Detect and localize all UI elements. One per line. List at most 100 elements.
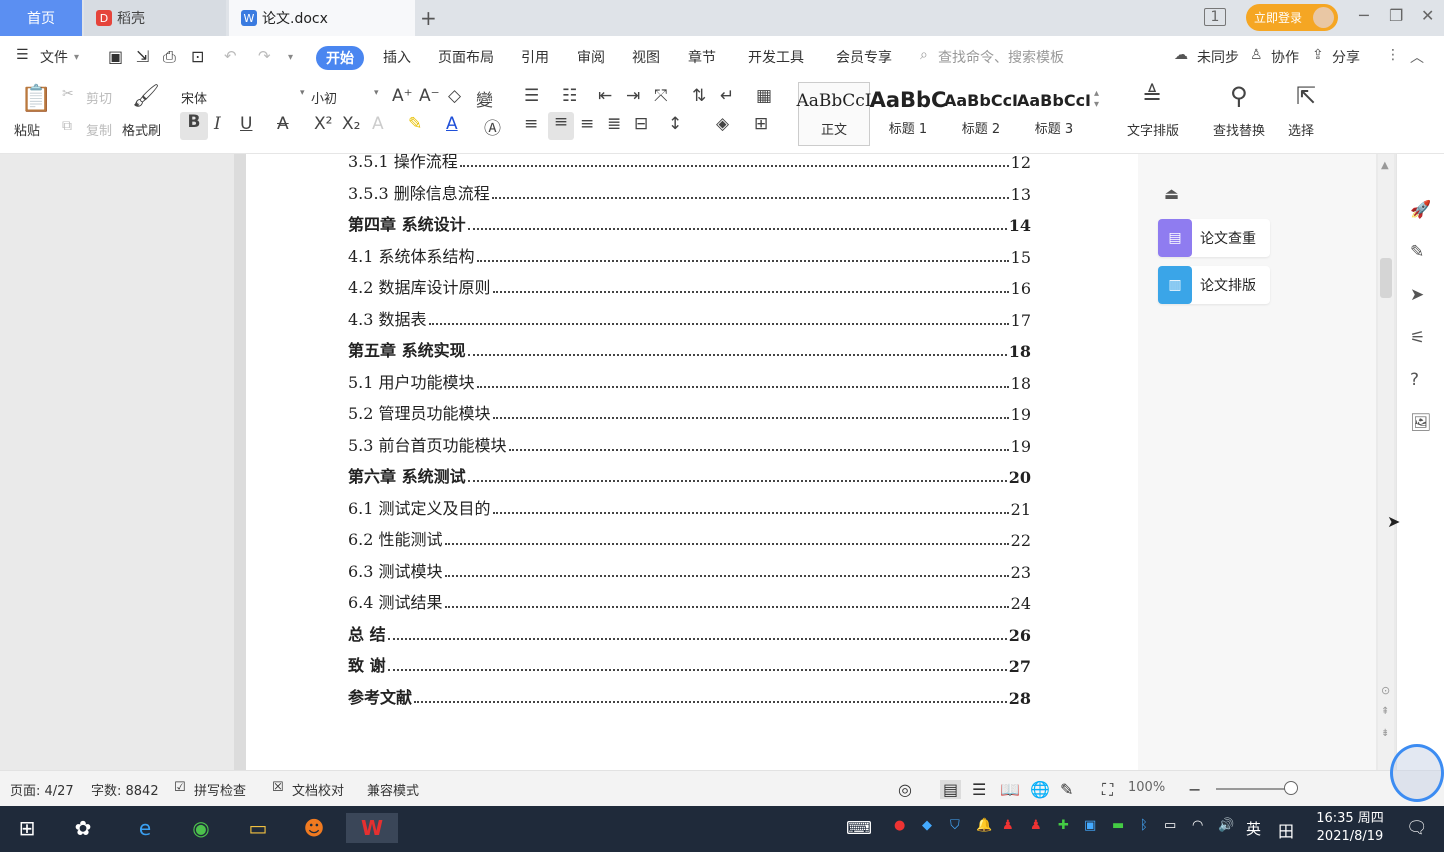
prev-page-icon[interactable]: ⊙ <box>1381 684 1390 697</box>
toc-entry[interactable]: 6.1 测试定义及目的 21 <box>348 497 1031 519</box>
decrease-indent-icon[interactable]: ⇤ <box>598 86 612 106</box>
toc-entry[interactable]: 4.2 数据库设计原则 16 <box>348 276 1031 298</box>
login-button[interactable]: 立即登录 <box>1246 4 1338 31</box>
chinese-layout-icon[interactable]: ⤧ <box>654 86 668 106</box>
cut-button[interactable]: 剪切 <box>86 88 112 107</box>
minimize-icon[interactable]: ─ <box>1359 6 1369 25</box>
command-search-input[interactable]: 查找命令、搜索模板 <box>938 47 1064 67</box>
toc-entry[interactable]: 5.2 管理员功能模块 19 <box>348 402 1031 424</box>
page-down-icon[interactable]: ⇟ <box>1381 728 1389 739</box>
page-view-icon[interactable]: ▤ <box>940 780 962 799</box>
tray-app-icon[interactable]: ▣ <box>1084 818 1096 833</box>
tray-app-icon[interactable]: ▬ <box>1112 818 1124 833</box>
notification-icon[interactable]: 🗨 <box>1406 818 1428 838</box>
scrollbar-thumb[interactable] <box>1380 258 1392 298</box>
proofread-button[interactable]: 文档校对 <box>292 780 344 799</box>
toc-entry[interactable]: 致 谢 27 <box>348 654 1031 676</box>
char-border-icon[interactable]: Ⓐ <box>484 114 501 139</box>
table-tools-icon[interactable]: ▦ <box>756 86 772 106</box>
text-effect-icon[interactable]: A <box>372 114 384 134</box>
browser-360-icon[interactable]: ◉ <box>186 813 216 843</box>
borders-icon[interactable]: ⊞ <box>754 114 768 134</box>
toc-entry[interactable]: 4.1 系统体系结构 15 <box>348 245 1031 267</box>
restore-icon[interactable]: ❐ <box>1389 6 1403 25</box>
volume-icon[interactable]: 🔊 <box>1218 818 1234 833</box>
menu-file[interactable]: 文件 <box>40 47 68 67</box>
fit-page-icon[interactable]: ⛶ <box>1102 780 1113 800</box>
quick-access-more-icon[interactable]: ▾ <box>288 52 293 63</box>
menu-start[interactable]: 开始 <box>316 46 364 70</box>
italic-icon[interactable]: I <box>214 114 221 134</box>
align-right-icon[interactable]: ≡ <box>580 114 594 134</box>
wifi-icon[interactable]: ◠ <box>1192 818 1203 833</box>
tray-app-icon[interactable]: ● <box>894 818 905 833</box>
style-heading-2[interactable]: AaBbCcI 标题 2 <box>944 82 1018 146</box>
tab-home[interactable]: 首页 <box>0 0 82 36</box>
media-app-icon[interactable]: ☻ <box>299 813 329 843</box>
chevron-down-icon[interactable]: ▾ <box>374 88 379 98</box>
subscript-icon[interactable]: X₂ <box>342 114 360 134</box>
bold-icon[interactable]: B <box>180 112 208 140</box>
distribute-icon[interactable]: ⊟ <box>634 114 648 134</box>
font-size-dropdown-icon[interactable]: ▾ <box>300 88 305 98</box>
write-view-icon[interactable]: ✎ <box>1060 780 1073 799</box>
menu-page-layout[interactable]: 页面布局 <box>438 47 494 67</box>
copy-button[interactable]: 复制 <box>86 120 112 139</box>
share-button[interactable]: 分享 <box>1332 47 1360 67</box>
menu-developer[interactable]: 开发工具 <box>748 47 804 67</box>
eye-protect-icon[interactable]: ◎ <box>898 780 912 799</box>
app-icon[interactable]: ✿ <box>68 813 98 843</box>
keyboard-icon[interactable]: ⌨ <box>846 818 872 839</box>
clear-format-icon[interactable]: ◇ <box>448 86 461 106</box>
menu-member[interactable]: 会员专享 <box>836 47 892 67</box>
format-painter-button[interactable]: 格式刷 <box>122 120 161 139</box>
undo-icon[interactable]: ↶ <box>224 47 237 65</box>
tray-app-icon[interactable]: ◆ <box>922 818 932 833</box>
superscript-icon[interactable]: X² <box>314 114 332 134</box>
line-spacing-icon[interactable]: ↕ <box>668 114 682 134</box>
export-icon[interactable]: ⇲ <box>136 47 149 66</box>
align-center-icon[interactable]: ≡ <box>548 112 574 140</box>
style-heading-3[interactable]: AaBbCcI 标题 3 <box>1017 82 1091 146</box>
font-size-select[interactable]: 小初 <box>311 88 337 107</box>
help-icon[interactable]: ? <box>1410 370 1419 390</box>
toc-entry[interactable]: 5.3 前台首页功能模块 19 <box>348 434 1031 456</box>
find-replace-button[interactable]: 查找替换 <box>1213 120 1265 139</box>
bullet-list-icon[interactable]: ☰ <box>524 86 539 106</box>
style-normal[interactable]: AaBbCcI 正文 <box>796 82 872 146</box>
text-layout-button[interactable]: 文字排版 <box>1127 120 1179 139</box>
collapse-panel-icon[interactable]: ⏏ <box>1164 184 1179 203</box>
more-icon[interactable]: ⋮ <box>1386 47 1400 63</box>
tab-count-icon[interactable]: 1 <box>1204 8 1226 26</box>
shading-icon[interactable]: ◈ <box>716 114 729 134</box>
unsync-button[interactable]: 未同步 <box>1197 47 1239 67</box>
style-heading-1[interactable]: AaBbC 标题 1 <box>870 82 947 146</box>
show-marks-icon[interactable]: ↵ <box>720 86 734 106</box>
new-tab-button[interactable]: + <box>420 6 437 30</box>
toc-entry[interactable]: 第四章 系统设计 14 <box>348 213 1031 235</box>
file-explorer-icon[interactable]: ▭ <box>243 813 273 843</box>
windows-start-icon[interactable]: ⊞ <box>12 813 42 843</box>
toc-entry[interactable]: 第六章 系统测试 20 <box>348 465 1031 487</box>
zoom-level[interactable]: 100% <box>1128 780 1165 795</box>
shield-icon[interactable]: ⛉ <box>950 818 960 833</box>
collapse-ribbon-icon[interactable]: ︿ <box>1410 47 1424 67</box>
menu-insert[interactable]: 插入 <box>383 47 411 67</box>
read-view-icon[interactable]: 📖 <box>1000 780 1020 799</box>
chevron-down-icon[interactable]: ▾ <box>74 52 79 63</box>
spell-check-button[interactable]: 拼写检查 <box>194 780 246 799</box>
bluetooth-icon[interactable]: ᛒ <box>1140 818 1148 833</box>
bell-icon[interactable]: 🔔 <box>976 818 992 833</box>
page-indicator[interactable]: 页面: 4/27 <box>10 780 74 799</box>
outline-view-icon[interactable]: ☰ <box>972 780 986 799</box>
underline-icon[interactable]: U <box>240 114 252 134</box>
page-up-icon[interactable]: ⇞ <box>1381 706 1389 717</box>
cursor-tool-icon[interactable]: ➤ <box>1410 285 1424 305</box>
print-icon[interactable]: ⎙ <box>163 47 176 67</box>
toc-entry[interactable]: 4.3 数据表 17 <box>348 308 1031 330</box>
tray-app-icon[interactable]: ✚ <box>1058 818 1069 833</box>
vertical-scrollbar[interactable] <box>1378 154 1394 770</box>
print-preview-icon[interactable]: ⊡ <box>191 47 204 66</box>
highlight-icon[interactable]: ✎ <box>408 114 422 134</box>
thesis-check-button[interactable]: ▤ 论文查重 <box>1158 219 1270 257</box>
